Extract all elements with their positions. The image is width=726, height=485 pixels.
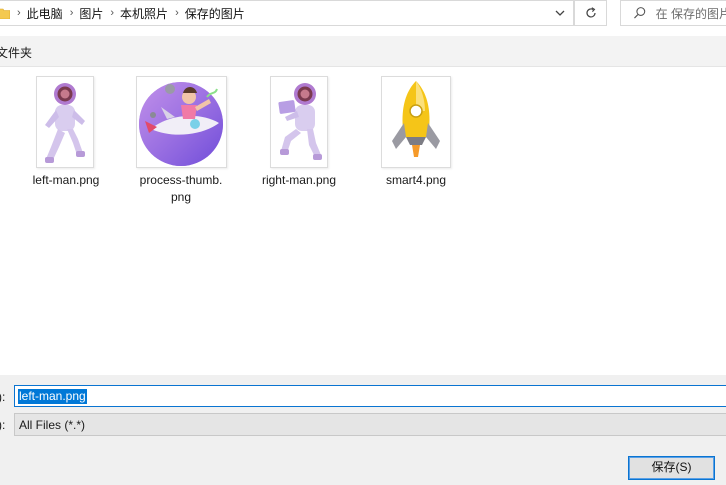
file-thumbnail (270, 76, 328, 168)
folder-icon (0, 8, 10, 19)
file-thumbnail (381, 76, 451, 168)
breadcrumb-camera-roll[interactable]: 本机照片 (120, 5, 168, 22)
search-icon (634, 7, 646, 19)
folder-section-header[interactable]: 文件夹 (0, 36, 726, 67)
file-name: smart4.png (385, 173, 447, 187)
chevron-right-icon: › (110, 7, 115, 19)
file-name-line1: process-thumb. (139, 173, 223, 187)
rocket-rider-image (139, 82, 223, 166)
search-placeholder: 在 保存的图片 (655, 6, 726, 21)
breadcrumb-saved-pictures[interactable]: 保存的图片 (185, 5, 245, 22)
save-options-panel: ): left-man.png ): All Files (*.*) 保存(S) (0, 375, 726, 485)
file-thumbnail (136, 76, 227, 168)
chevron-right-icon: › (175, 7, 179, 19)
astronaut-jumping-image (45, 83, 85, 163)
refresh-button[interactable] (574, 0, 607, 26)
breadcrumb-this-pc[interactable]: 此电脑 (27, 5, 63, 22)
breadcrumb-pictures[interactable]: 图片 (79, 5, 103, 22)
filename-label: ): (0, 390, 6, 404)
address-bar-row: › 此电脑 › 图片 › 本机照片 › 保存的图片 在 保存的图片 (0, 0, 726, 26)
chevron-right-icon: › (17, 7, 21, 19)
filetype-select[interactable]: All Files (*.*) (14, 413, 726, 436)
astronaut-laptop-image (278, 83, 322, 160)
save-button[interactable]: 保存(S) (628, 456, 715, 480)
address-dropdown-button[interactable] (547, 1, 573, 25)
filename-value: left-man.png (18, 389, 87, 404)
file-name: right-man.png (261, 173, 337, 187)
file-item-left-man[interactable]: left-man.png (18, 74, 114, 187)
address-bar[interactable]: › 此电脑 › 图片 › 本机照片 › 保存的图片 (0, 0, 574, 26)
yellow-rocket-image (392, 81, 440, 157)
chevron-right-icon: › (69, 7, 74, 19)
filetype-label: ): (0, 418, 6, 432)
file-item-smart4[interactable]: smart4.png (368, 74, 464, 187)
file-name: left-man.png (32, 173, 100, 187)
file-name-line2: png (170, 190, 192, 204)
search-box[interactable]: 在 保存的图片 (620, 0, 726, 26)
filetype-value: All Files (*.*) (19, 418, 86, 432)
section-title: 文件夹 (0, 46, 33, 60)
file-item-right-man[interactable]: right-man.png (251, 74, 347, 187)
chevron-down-icon (555, 10, 565, 16)
file-thumbnail (36, 76, 94, 168)
refresh-icon (585, 7, 596, 18)
filename-input[interactable]: left-man.png (14, 385, 726, 407)
file-item-process-thumb[interactable]: process-thumb. png (133, 74, 229, 204)
